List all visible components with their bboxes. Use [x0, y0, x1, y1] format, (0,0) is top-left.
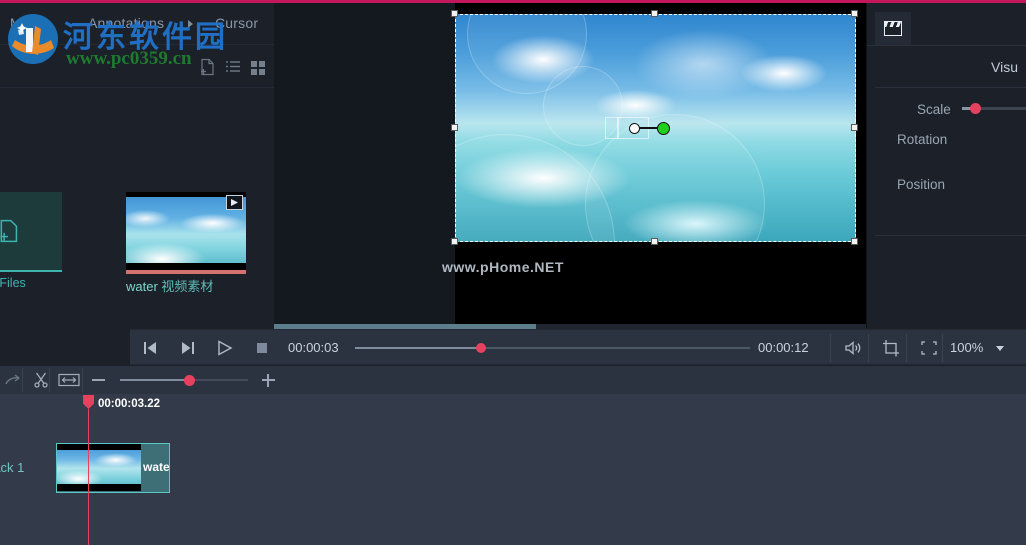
tab-video-properties[interactable]	[875, 12, 911, 45]
zoom-level-label[interactable]: 100%	[950, 340, 983, 355]
properties-panel: Visu Scale Rotation Position	[866, 3, 1026, 328]
timeline-zoom-fill	[120, 379, 188, 381]
seek-slider-knob[interactable]	[476, 343, 486, 353]
playhead-line	[88, 409, 89, 545]
list-view-icon[interactable]	[223, 57, 243, 77]
handle-middle-right[interactable]	[851, 124, 858, 131]
properties-divider-bottom	[875, 235, 1026, 236]
split-scissors-icon[interactable]	[31, 371, 51, 389]
fit-width-icon[interactable]	[58, 371, 80, 389]
add-files-label: dd Files	[0, 276, 26, 290]
handle-middle-left[interactable]	[451, 124, 458, 131]
media-duration-bar	[126, 270, 246, 274]
properties-divider	[875, 87, 1026, 88]
chevron-right-icon[interactable]	[188, 20, 193, 28]
add-file-icon[interactable]	[198, 57, 218, 77]
media-item-name-cn: 视频素材	[157, 279, 214, 294]
rotation-anchor-handle[interactable]	[629, 123, 640, 134]
playhead-time-label: 00:00:03.22	[98, 398, 161, 410]
speaker-icon[interactable]	[842, 338, 864, 358]
play-button[interactable]	[213, 338, 235, 358]
crop-icon[interactable]	[880, 338, 902, 358]
ghost-selection-box-inner	[617, 117, 619, 139]
toolbar-separator	[22, 368, 23, 392]
seek-slider-fill	[355, 347, 478, 349]
handle-top-right[interactable]	[851, 10, 858, 17]
handle-top-center[interactable]	[651, 10, 658, 17]
zoom-in-button-vertical	[267, 374, 269, 387]
property-label-rotation: Rotation	[897, 132, 948, 147]
preview-watermark-text: www.pHome.NET	[442, 259, 564, 275]
total-time-label: 00:00:12	[758, 340, 809, 355]
tab-media[interactable]: Media	[10, 15, 49, 31]
rotation-handle[interactable]	[657, 122, 670, 135]
fullscreen-icon[interactable]	[918, 338, 940, 358]
clip-name-label: wate	[143, 460, 170, 474]
media-item-label: water 视频素材	[126, 276, 213, 295]
toolbar-separator-2	[49, 368, 50, 392]
chevron-down-icon[interactable]	[996, 346, 1004, 351]
control-separator-3	[906, 334, 907, 362]
control-separator-4	[942, 334, 943, 362]
media-tabbar: Media Annotations Cursor	[0, 3, 274, 45]
preview-stage[interactable]	[451, 3, 866, 325]
add-files-tile[interactable]	[0, 192, 62, 272]
media-grid: dd Files water 视频素材	[0, 88, 274, 328]
zoom-out-button[interactable]	[92, 379, 105, 381]
next-frame-button[interactable]	[176, 338, 198, 358]
tab-annotations[interactable]: Annotations	[88, 15, 164, 31]
scale-slider-knob[interactable]	[970, 103, 981, 114]
track-label: rack 1	[0, 460, 25, 475]
grid-view-icon[interactable]	[248, 57, 268, 77]
clip-thumbnail	[57, 444, 141, 491]
media-item-thumbnail[interactable]	[126, 192, 246, 274]
stop-button[interactable]	[251, 338, 273, 358]
control-separator	[830, 334, 831, 362]
property-label-position: Position	[897, 177, 946, 192]
timeline-toolbar	[0, 366, 1026, 394]
handle-bottom-center[interactable]	[651, 238, 658, 245]
timeline-zoom-knob[interactable]	[184, 375, 195, 386]
media-toolbar	[0, 45, 274, 88]
control-separator-2	[868, 334, 869, 362]
media-item-name: water	[126, 279, 158, 294]
previous-frame-button[interactable]	[140, 338, 162, 358]
property-label-scale: Scale	[917, 102, 951, 117]
clapperboard-icon	[884, 21, 902, 36]
timeline-clip[interactable]: wate	[56, 443, 170, 493]
properties-section-title: Visu	[991, 59, 1018, 75]
handle-bottom-right[interactable]	[851, 238, 858, 245]
media-panel: Media Annotations Cursor Files water 视频素…	[0, 3, 274, 328]
player-control-bar: 00:00:03 00:00:12 100%	[130, 329, 1026, 365]
handle-bottom-left[interactable]	[451, 238, 458, 245]
redo-icon[interactable]	[4, 371, 24, 389]
handle-top-left[interactable]	[451, 10, 458, 17]
preview-panel: www.pHome.NET	[274, 3, 866, 325]
video-editor-window: Media Annotations Cursor Files water 视频素…	[0, 0, 1026, 545]
video-badge-icon	[226, 195, 243, 210]
current-time-label: 00:00:03	[288, 340, 339, 355]
tab-cursor[interactable]: Cursor	[215, 15, 258, 31]
properties-tabbar	[867, 3, 1026, 46]
toolbar-separator-3	[82, 368, 83, 392]
